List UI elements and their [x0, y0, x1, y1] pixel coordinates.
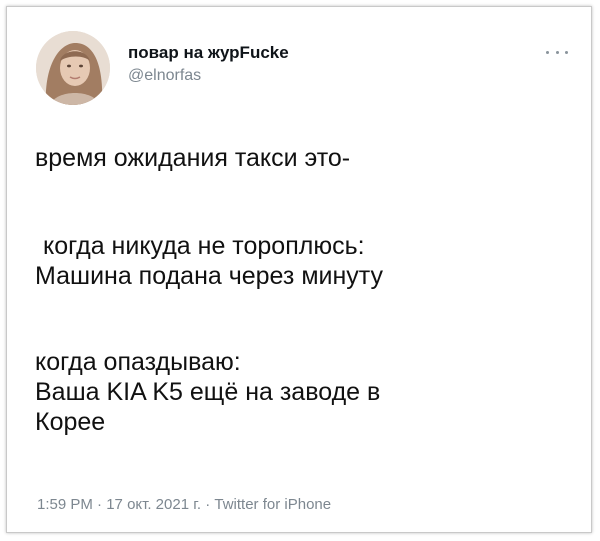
- tweet-line: когда опаздываю:: [35, 348, 241, 376]
- dot: [565, 50, 568, 54]
- tweet-line: когда никуда не тороплюсь:: [43, 232, 365, 260]
- tweet-card: повар на журFucke @elnorfas время ожидан…: [6, 6, 592, 533]
- tweet-metadata: 1:59 PM · 17 окт. 2021 г. · Twitter for …: [37, 496, 331, 513]
- author-name[interactable]: повар на журFucke: [128, 43, 289, 63]
- tweet-date[interactable]: 17 окт. 2021 г.: [106, 496, 201, 513]
- separator: ·: [97, 496, 103, 513]
- separator: ·: [205, 496, 211, 513]
- tweet-line: Машина подана через минуту: [35, 262, 384, 290]
- tweet-text: время ожидания такси это- когда никуда н…: [35, 143, 575, 437]
- tweet-line: время ожидания такси это-: [35, 144, 351, 172]
- author-handle[interactable]: @elnorfas: [128, 67, 201, 85]
- dot: [546, 50, 549, 54]
- dot: [555, 50, 559, 54]
- tweet-time[interactable]: 1:59 PM: [37, 496, 93, 513]
- tweet-line: Корее: [35, 408, 106, 436]
- tweet-line: Ваша KIA K5 ещё на заводе в: [35, 378, 381, 406]
- avatar[interactable]: [36, 31, 110, 105]
- avatar-photo: [36, 31, 110, 105]
- more-options-icon[interactable]: [546, 47, 568, 57]
- tweet-source[interactable]: Twitter for iPhone: [214, 496, 331, 513]
